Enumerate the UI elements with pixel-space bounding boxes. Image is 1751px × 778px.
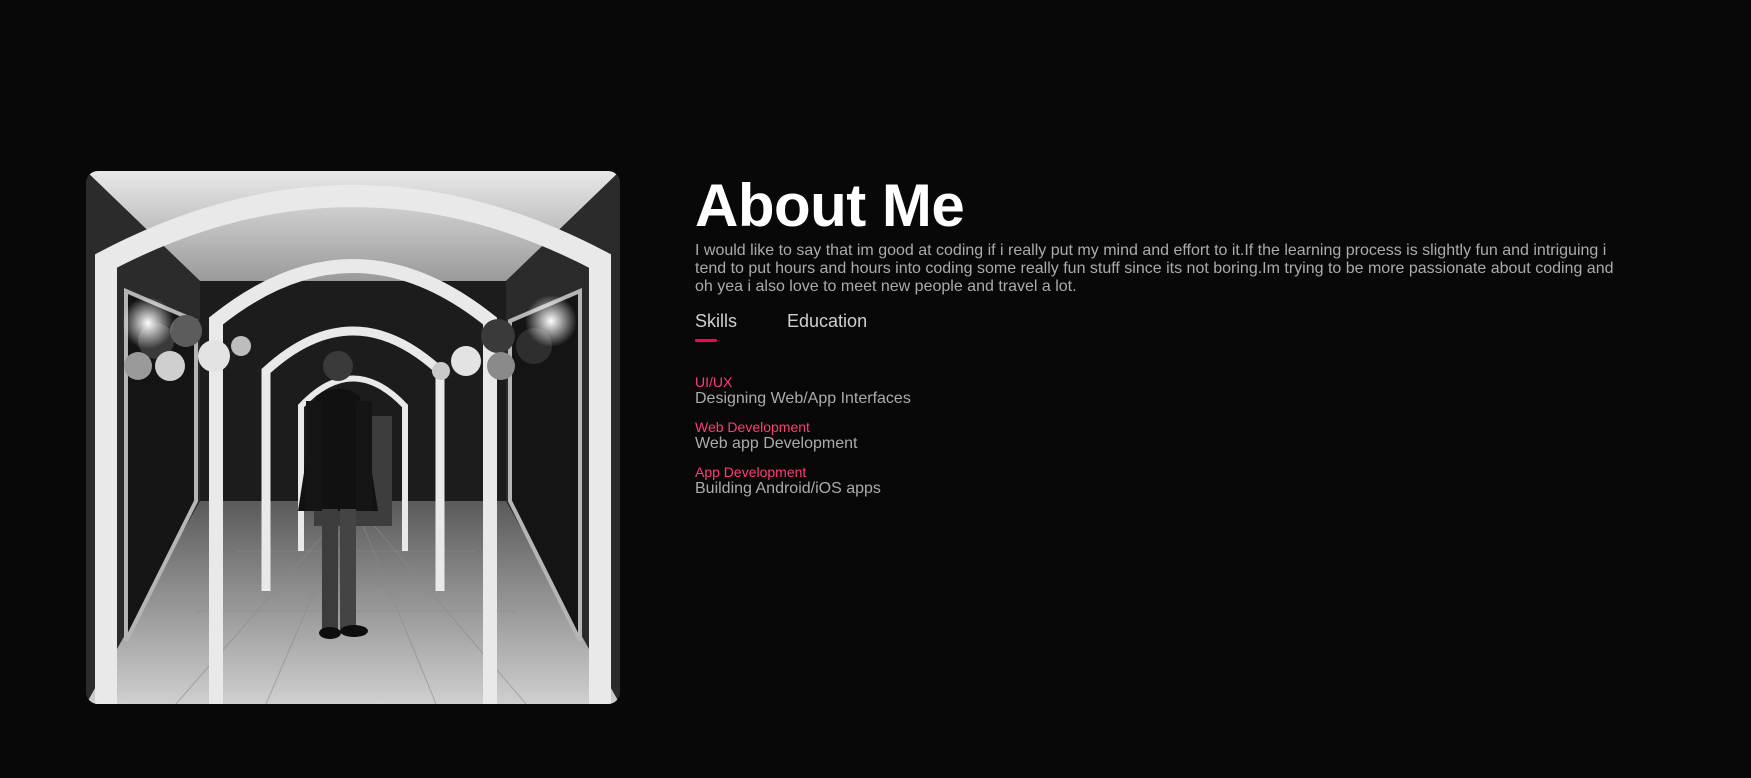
about-section: About Me I would like to say that im goo…: [695, 170, 1615, 510]
profile-photo-image: [86, 171, 620, 704]
page: About Me I would like to say that im goo…: [0, 0, 1751, 778]
skill-description: Web app Development: [695, 435, 858, 452]
about-tabs: Skills Education: [695, 311, 1615, 342]
tab-skills[interactable]: Skills: [695, 311, 737, 342]
about-title: About Me: [695, 172, 965, 239]
profile-photo: [86, 171, 620, 704]
tab-education[interactable]: Education: [787, 311, 867, 342]
skill-name: App Development: [695, 464, 807, 480]
list-item: App Development Building Android/iOS app…: [695, 465, 1615, 498]
list-item: UI/UX Designing Web/App Interfaces: [695, 375, 1615, 408]
tab-education-label: Education: [787, 311, 868, 331]
skill-description: Designing Web/App Interfaces: [695, 390, 911, 407]
list-item: Web Development Web app Development: [695, 420, 1615, 453]
skill-name: Web Development: [695, 419, 810, 435]
skill-name: UI/UX: [695, 374, 733, 390]
skill-description: Building Android/iOS apps: [695, 480, 881, 497]
skills-list: UI/UX Designing Web/App Interfaces Web D…: [695, 375, 1615, 498]
tab-skills-label: Skills: [695, 311, 738, 331]
about-description: I would like to say that im good at codi…: [695, 242, 1614, 295]
